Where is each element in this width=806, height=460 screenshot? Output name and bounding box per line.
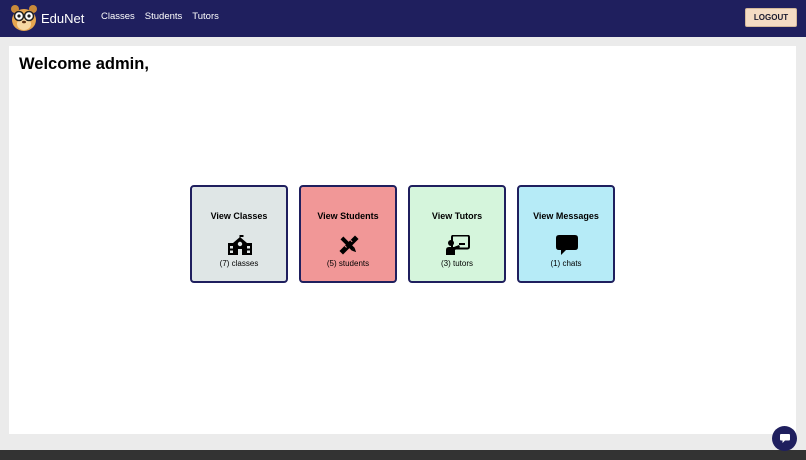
- view-messages-card[interactable]: View Messages (1) chats: [517, 185, 615, 283]
- card-count: (1) chats: [550, 259, 582, 268]
- top-navbar: EduNet Classes Students Tutors LOGOUT: [0, 0, 806, 37]
- view-tutors-card[interactable]: View Tutors (3) tutors: [408, 185, 506, 283]
- nav-links: Classes Students Tutors: [101, 11, 219, 22]
- card-title: View Students: [317, 211, 379, 221]
- card-count: (7) classes: [219, 259, 259, 268]
- nav-link-classes[interactable]: Classes: [101, 11, 135, 22]
- pencil-ruler-icon: [339, 235, 359, 255]
- nav-link-students[interactable]: Students: [145, 11, 183, 22]
- view-students-card[interactable]: View Students (5) students: [299, 185, 397, 283]
- chat-bubble-icon: [556, 235, 578, 255]
- nav-link-tutors[interactable]: Tutors: [192, 11, 219, 22]
- brand[interactable]: EduNet: [9, 3, 84, 33]
- chat-fab-button[interactable]: [772, 426, 797, 451]
- card-title: View Messages: [533, 211, 599, 221]
- teacher-icon: [446, 235, 470, 255]
- chat-icon: [779, 434, 790, 443]
- app-name: EduNet: [41, 10, 85, 26]
- main-panel: Welcome admin, View Classes (7) classes …: [9, 46, 796, 434]
- logout-button[interactable]: LOGOUT: [745, 8, 797, 27]
- school-icon: [228, 235, 252, 255]
- card-title: View Tutors: [431, 211, 483, 221]
- bottom-strip: [0, 450, 806, 460]
- welcome-heading: Welcome admin,: [19, 55, 149, 73]
- owl-logo-icon: [11, 5, 37, 31]
- card-count: (5) students: [326, 259, 370, 268]
- view-classes-card[interactable]: View Classes (7) classes: [190, 185, 288, 283]
- card-title: View Classes: [210, 211, 268, 221]
- card-count: (3) tutors: [440, 259, 473, 268]
